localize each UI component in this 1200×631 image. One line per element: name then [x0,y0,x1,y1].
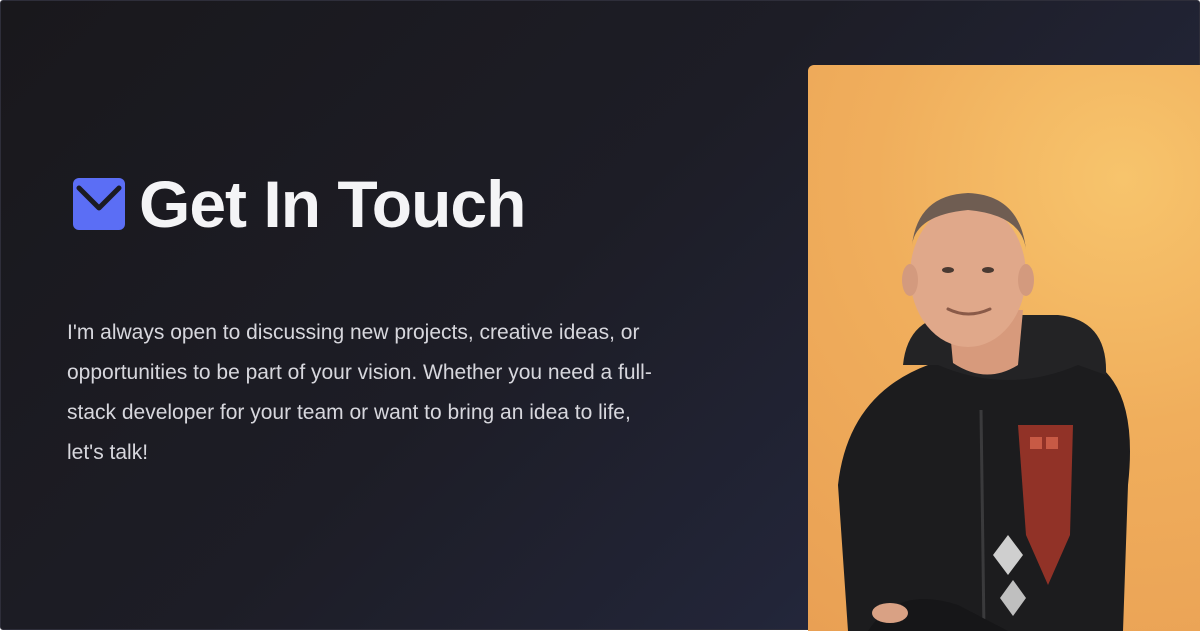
page-title: Get In Touch [139,167,526,241]
contact-card: Get In Touch I'm always open to discussi… [0,0,1200,631]
portrait-illustration [838,193,1130,631]
section-heading: Get In Touch [73,167,526,241]
profile-photo [808,65,1200,631]
mail-icon [73,178,125,230]
section-description: I'm always open to discussing new projec… [67,321,652,464]
